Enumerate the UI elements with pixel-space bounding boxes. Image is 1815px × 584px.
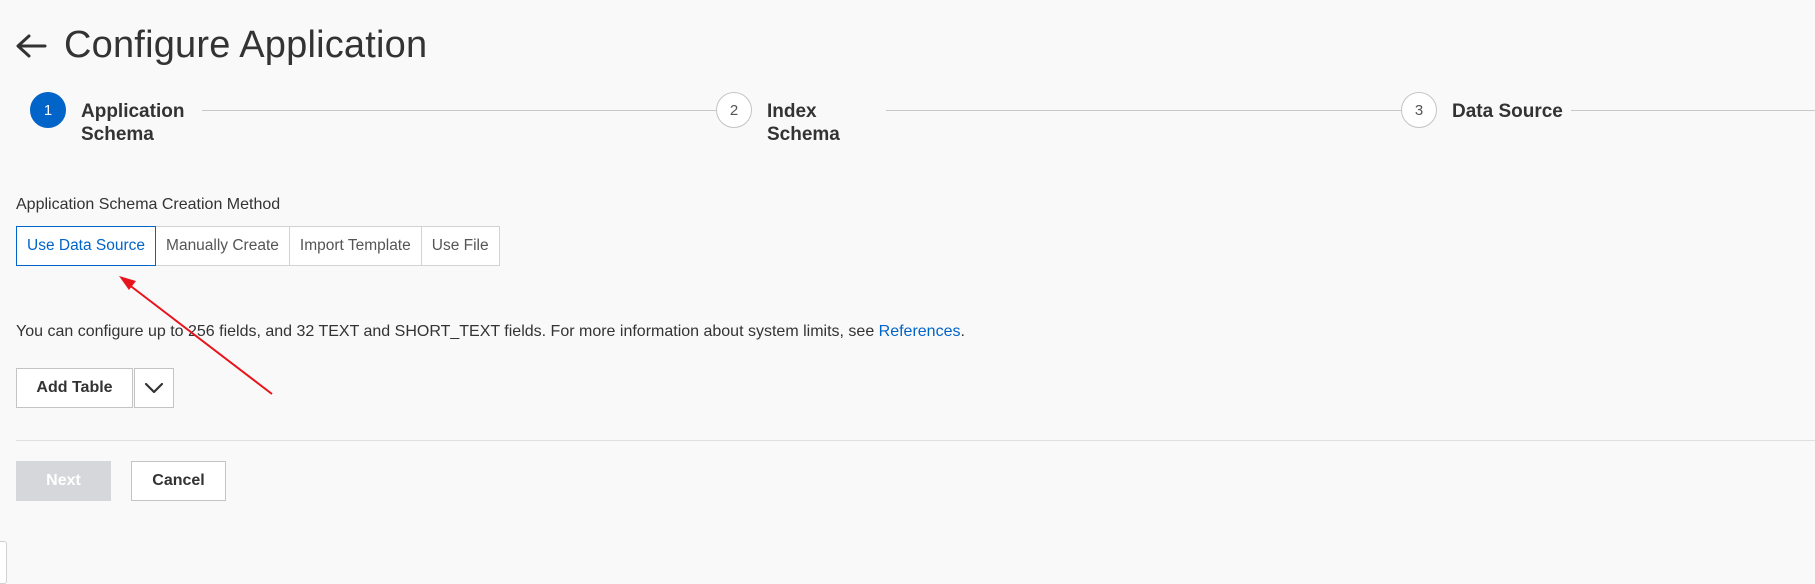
side-panel-handle[interactable] bbox=[0, 541, 7, 584]
creation-method-label: Application Schema Creation Method bbox=[16, 196, 281, 213]
add-table-group: Add Table bbox=[16, 368, 174, 408]
creation-method-selector: Use Data Source Manually Create Import T… bbox=[16, 226, 500, 266]
arrow-left-icon bbox=[16, 34, 47, 57]
step-connector bbox=[1571, 110, 1815, 111]
references-link[interactable]: References bbox=[879, 323, 961, 340]
back-button[interactable] bbox=[14, 29, 48, 63]
step-number: 3 bbox=[1401, 92, 1437, 128]
info-text: You can configure up to 256 fields, and … bbox=[16, 323, 879, 340]
step-number: 2 bbox=[716, 92, 752, 128]
step-label: Data Source bbox=[1452, 101, 1563, 122]
step-connector bbox=[886, 110, 1416, 111]
manually-create-option[interactable]: Manually Create bbox=[155, 226, 290, 266]
step-number: 1 bbox=[30, 92, 66, 128]
stepper: 1 Application Schema 2 Index Schema 3 Da… bbox=[30, 92, 1815, 152]
step-application-schema[interactable]: 1 Application Schema bbox=[30, 92, 201, 146]
import-template-option[interactable]: Import Template bbox=[288, 226, 422, 266]
step-label: Index Schema bbox=[767, 101, 840, 145]
step-data-source[interactable]: 3 Data Source bbox=[1401, 92, 1572, 128]
add-table-dropdown-button[interactable] bbox=[134, 368, 174, 408]
page-header: Configure Application bbox=[14, 24, 427, 67]
chevron-down-icon bbox=[144, 382, 164, 394]
configure-application-page: Configure Application 1 Application Sche… bbox=[0, 0, 1815, 584]
step-label: Application Schema bbox=[81, 101, 185, 145]
info-suffix: . bbox=[960, 323, 965, 340]
use-file-option[interactable]: Use File bbox=[420, 226, 500, 266]
add-table-button[interactable]: Add Table bbox=[16, 368, 133, 408]
footer-divider bbox=[16, 440, 1815, 441]
field-limit-info: You can configure up to 256 fields, and … bbox=[16, 323, 965, 341]
next-button[interactable]: Next bbox=[16, 461, 111, 501]
use-data-source-option[interactable]: Use Data Source bbox=[16, 226, 157, 266]
annotation-arrow bbox=[119, 276, 273, 395]
page-title: Configure Application bbox=[64, 24, 428, 66]
step-index-schema[interactable]: 2 Index Schema bbox=[716, 92, 887, 146]
cancel-button[interactable]: Cancel bbox=[131, 461, 226, 501]
step-connector bbox=[202, 110, 732, 111]
